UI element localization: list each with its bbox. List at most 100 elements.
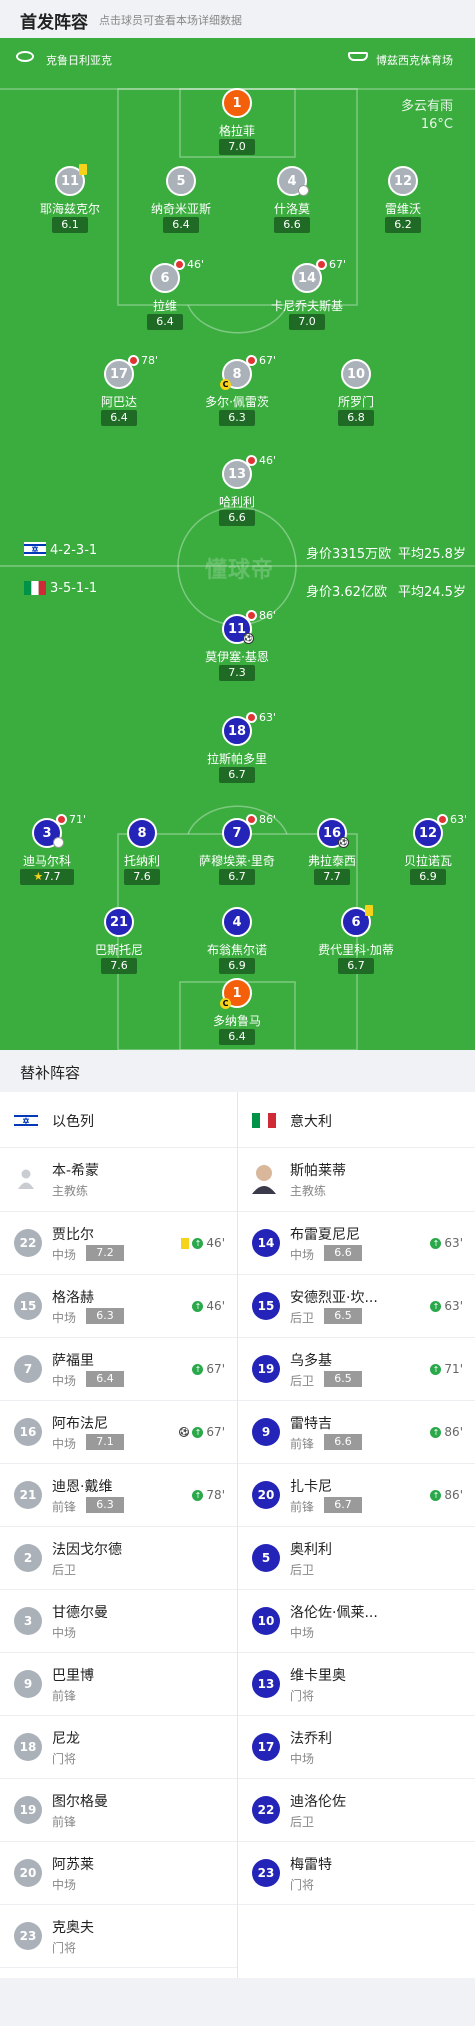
coach-avatar-photo	[252, 1165, 276, 1194]
home-player[interactable]: 17 78' 阿巴达 6.4	[64, 354, 174, 439]
home-player[interactable]: 4 什洛莫 6.6	[237, 166, 347, 246]
away-player[interactable]: 7 86' 萨穆埃莱·里奇 6.7	[182, 813, 292, 898]
weather-info: 多云有雨 16°C	[401, 98, 453, 134]
home-player[interactable]: 12 雷维沃 6.2	[348, 166, 458, 246]
substitution-in-icon: ↑	[192, 1489, 204, 1501]
bench-player-name: 扎卡尼	[290, 1479, 332, 1495]
bench-player-row[interactable]: 22 迪洛伦佐 后卫	[238, 1779, 475, 1842]
home-player[interactable]: 6 46' 拉维 6.4	[110, 258, 220, 343]
bench-player-row[interactable]: 14 布雷夏尼尼 中场 6.6 ↑ 63'	[238, 1212, 475, 1275]
bench-player-events: ↑ 86'	[430, 1488, 463, 1502]
player-rating: 6.6	[274, 217, 310, 233]
bench-player-row[interactable]: 23 梅雷特 门将	[238, 1842, 475, 1905]
away-player[interactable]: 1 C 多纳鲁马 6.4	[182, 978, 292, 1050]
player-name: 纳奇米亚斯	[150, 202, 211, 216]
goal-ball-icon: ⚽	[338, 837, 349, 848]
substitution-minute: 86'	[259, 609, 277, 622]
away-player[interactable]: 11 86' ⚽ 莫伊塞·基恩 7.3	[182, 609, 292, 694]
away-coach-row[interactable]: 斯帕莱蒂 主教练	[238, 1148, 475, 1212]
bench-player-row[interactable]: 16 阿布法尼 中场 7.1 ⚽ ↑ 67'	[0, 1401, 237, 1464]
bench-player-row[interactable]: 5 奥利利 后卫	[238, 1527, 475, 1590]
bench-player-row[interactable]: 19 乌多基 后卫 6.5 ↑ 71'	[238, 1338, 475, 1401]
away-player[interactable]: 6 费代里科·加蒂 6.7	[301, 905, 411, 987]
away-bench-team-name: 意大利	[290, 1114, 332, 1130]
bench-player-position: 中场	[290, 1248, 315, 1262]
substitution-minute: 63'	[450, 813, 468, 826]
away-player[interactable]: 18 63' 拉斯帕多里 6.7	[182, 711, 292, 796]
lineup-title: 首发阵容	[20, 13, 88, 33]
bench-player-row[interactable]: 19 图尔格曼 前锋	[0, 1779, 237, 1842]
away-coach-role: 主教练	[290, 1184, 327, 1198]
player-rating: 6.9	[219, 958, 255, 974]
home-bench: 以色列 本-希蒙 主教练 22 贾比尔 中场 7.2 ↑ 46' 15 格洛赫 中场 6.3 ↑ 46…	[0, 1092, 237, 1968]
player-name: 萨穆埃莱·里奇	[199, 854, 275, 868]
bench-player-name: 克奥夫	[52, 1920, 94, 1936]
home-coach-row[interactable]: 本-希蒙 主教练	[0, 1148, 237, 1212]
home-player[interactable]: 10 所罗门 6.8	[301, 359, 411, 439]
substitution-minute: 86'	[444, 1425, 463, 1439]
home-coach-role: 主教练	[52, 1184, 89, 1198]
player-rating: 6.9	[410, 869, 446, 885]
bench-player-row[interactable]: 21 迪恩·戴维 前锋 6.3 ↑ 78'	[0, 1464, 237, 1527]
player-rating: 6.4	[219, 1029, 255, 1045]
bench-player-row[interactable]: 20 扎卡尼 前锋 6.7 ↑ 86'	[238, 1464, 475, 1527]
bench-player-name: 洛伦佐·佩莱...	[290, 1605, 378, 1621]
away-player[interactable]: 16 ⚽ 弗拉泰西 7.7	[277, 818, 387, 898]
substitution-minute: 78'	[141, 354, 159, 367]
player-name: 托纳利	[123, 854, 160, 868]
bench-player-name: 巴里博	[52, 1668, 94, 1684]
bench-player-position: 后卫	[290, 1563, 315, 1577]
substitution-in-icon: ↑	[430, 1426, 442, 1438]
bench-player-row[interactable]: 23 克奥夫 门将	[0, 1905, 237, 1968]
home-player[interactable]: 1 格拉菲 7.0	[182, 88, 292, 168]
jersey-number: 1	[222, 88, 252, 118]
home-player[interactable]: 13 46' 哈利利 6.6	[182, 454, 292, 539]
bench-player-row[interactable]: 17 法乔利 中场	[238, 1716, 475, 1779]
away-bench-team-row: 意大利	[238, 1092, 475, 1148]
jersey-number: 3	[14, 1607, 42, 1635]
bench-player-name: 格洛赫	[52, 1290, 94, 1306]
bench-player-row[interactable]: 15 安德烈亚·坎... 后卫 6.5 ↑ 63'	[238, 1275, 475, 1338]
bench-player-row[interactable]: 2 法因戈尔德 后卫	[0, 1527, 237, 1590]
away-player[interactable]: 12 63' 贝拉诺瓦 6.9	[373, 813, 475, 898]
bench-player-row[interactable]: 15 格洛赫 中场 6.3 ↑ 46'	[0, 1275, 237, 1338]
substitution-out-icon	[56, 814, 67, 825]
home-player[interactable]: 8 67' C 多尔·佩雷茨 6.3	[182, 354, 292, 439]
substitution-in-icon: ↑	[430, 1363, 442, 1375]
bench-player-events: ↑ 86'	[430, 1425, 463, 1439]
bench-player-row[interactable]: 22 贾比尔 中场 7.2 ↑ 46'	[0, 1212, 237, 1275]
away-player[interactable]: 21 巴斯托尼 7.6	[64, 907, 174, 987]
assist-boot-icon	[53, 837, 64, 848]
substitution-out-icon	[246, 610, 257, 621]
bench-player-row[interactable]: 13 维卡里奥 门将	[238, 1653, 475, 1716]
bench-player-row[interactable]: 9 巴里博 前锋	[0, 1653, 237, 1716]
jersey-number: 13	[252, 1670, 280, 1698]
bench-player-row[interactable]: 7 萨福里 中场 6.4 ↑ 67'	[0, 1338, 237, 1401]
away-coach-name: 斯帕莱蒂	[290, 1163, 346, 1179]
home-player[interactable]: 14 67' 卡尼乔夫斯基 7.0	[252, 258, 362, 343]
away-player[interactable]: 4 布翁焦尔诺 6.9	[182, 907, 292, 987]
bench-player-row[interactable]: 20 阿苏莱 中场	[0, 1842, 237, 1905]
bench-player-row[interactable]: 3 甘德尔曼 中场	[0, 1590, 237, 1653]
goal-ball-icon: ⚽	[179, 1427, 190, 1437]
away-value: 身价3.62亿欧	[306, 585, 387, 600]
player-rating: 6.7	[338, 958, 374, 974]
bench-player-position: 前锋	[52, 1689, 77, 1703]
bench-player-row[interactable]: 10 洛伦佐·佩莱... 中场	[238, 1590, 475, 1653]
home-value: 身价3315万欧	[306, 547, 392, 562]
substitution-minute: 63'	[444, 1299, 463, 1313]
substitution-in-icon: ↑	[192, 1426, 204, 1438]
away-player[interactable]: 8 托纳利 7.6	[87, 818, 197, 898]
jersey-number: 10	[341, 359, 371, 389]
home-player[interactable]: 5 纳奇米亚斯 6.4	[126, 166, 236, 246]
substitution-minute: 67'	[206, 1425, 225, 1439]
home-player[interactable]: 11 耶海兹克尔 6.1	[15, 164, 125, 246]
bench-player-position: 中场	[52, 1626, 77, 1640]
bench-player-row[interactable]: 9 雷特吉 前锋 6.6 ↑ 86'	[238, 1401, 475, 1464]
player-name: 雷维沃	[384, 202, 421, 216]
substitution-in-icon: ↑	[430, 1300, 442, 1312]
jersey-number: 20	[252, 1481, 280, 1509]
substitution-minute: 67'	[329, 258, 347, 271]
bench-player-row[interactable]: 18 尼龙 门将	[0, 1716, 237, 1779]
jersey-number: 20	[14, 1859, 42, 1887]
